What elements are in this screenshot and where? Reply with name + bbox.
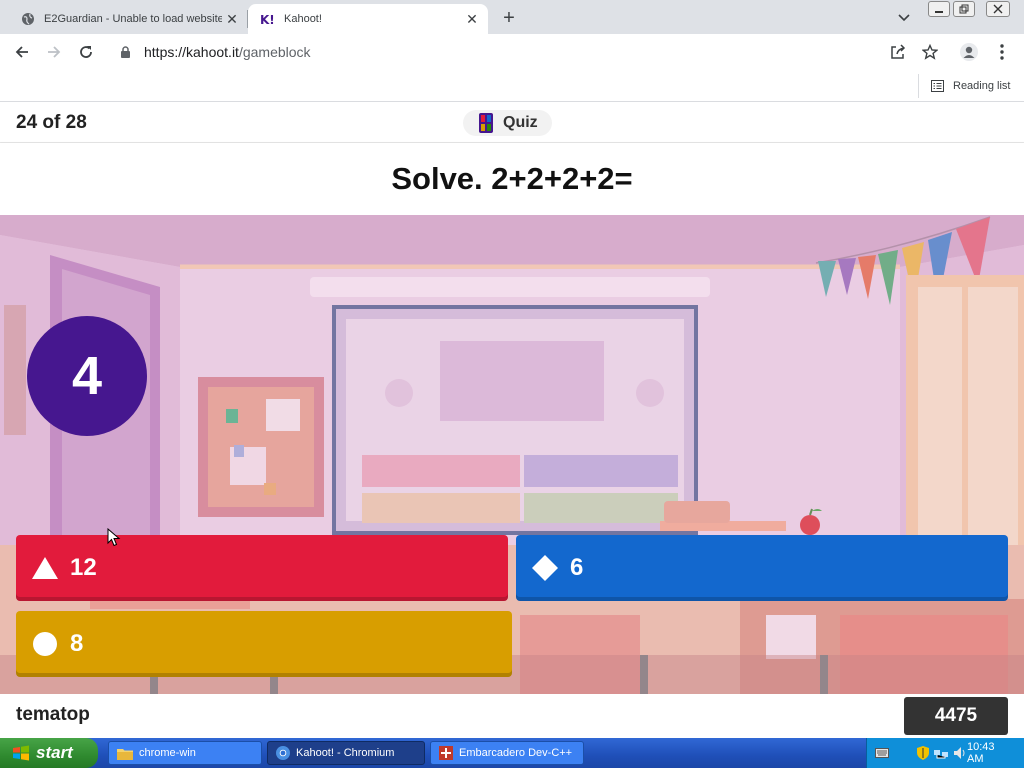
taskbar-clock: 10:43 AM (967, 741, 995, 765)
quiz-mode-label: Quiz (503, 114, 538, 131)
quiz-icon (479, 113, 493, 133)
security-shield-icon[interactable] (917, 746, 929, 760)
close-tab-icon[interactable]: ✕ (462, 9, 482, 29)
player-bar: tematop 4475 (0, 694, 1024, 738)
tab-kahoot[interactable]: K! Kahoot! ✕ (248, 4, 488, 34)
answer-label: 6 (570, 554, 584, 581)
diamond-icon (532, 555, 558, 581)
bookmarks-bar: Reading list (0, 70, 1024, 102)
close-tab-icon[interactable]: ✕ (222, 9, 242, 29)
close-window-button[interactable] (986, 1, 1010, 17)
taskbar-item-devcpp[interactable]: Embarcadero Dev-C++ (430, 741, 584, 765)
taskbar-item-chrome-win[interactable]: chrome-win (108, 741, 262, 765)
triangle-icon (32, 555, 58, 581)
chromium-icon (276, 746, 290, 760)
network-icon[interactable] (933, 746, 949, 760)
tab-search-chevron-icon[interactable] (894, 8, 914, 28)
mouse-cursor-icon (107, 528, 121, 547)
new-tab-button[interactable]: + (496, 6, 522, 30)
countdown-timer: 4 (27, 316, 147, 436)
windows-taskbar: start chrome-win Kahoot! - Chromium Emba… (0, 738, 1024, 768)
globe-icon (20, 11, 36, 27)
folder-icon (117, 747, 133, 760)
bookmark-star-icon[interactable] (919, 41, 941, 63)
quiz-mode-badge: Quiz (463, 110, 552, 136)
answer-label: 12 (70, 554, 97, 581)
taskbar-item-label: Embarcadero Dev-C++ (459, 747, 573, 759)
lock-icon (120, 45, 136, 59)
share-icon[interactable] (887, 41, 909, 63)
keyboard-icon[interactable] (875, 748, 889, 758)
menu-kebab-icon[interactable] (991, 41, 1013, 63)
svg-text:K!: K! (260, 13, 275, 26)
player-score: 4475 (904, 697, 1008, 735)
browser-toolbar: https://kahoot.it/gameblock (0, 34, 1024, 70)
taskbar-item-label: Kahoot! - Chromium (296, 747, 395, 759)
reading-list-button[interactable]: Reading list (918, 74, 1010, 98)
answer-button-triangle[interactable]: 12 (16, 535, 508, 601)
player-nickname: tematop (16, 704, 90, 725)
browser-tab-strip: E2Guardian - Unable to load website ✕ K!… (0, 0, 1024, 34)
start-button[interactable]: start (0, 738, 98, 768)
tab-e2guardian[interactable]: E2Guardian - Unable to load website ✕ (8, 4, 248, 34)
windows-logo-icon (12, 745, 30, 761)
answer-label: 8 (70, 630, 84, 657)
back-arrow-icon[interactable] (10, 40, 34, 64)
system-tray: 10:43 AM (866, 738, 1024, 768)
tab-title: E2Guardian - Unable to load website (44, 13, 222, 25)
taskbar-item-chromium[interactable]: Kahoot! - Chromium (267, 741, 425, 765)
restore-window-button[interactable] (953, 1, 975, 17)
forward-arrow-icon[interactable] (42, 40, 66, 64)
reload-icon[interactable] (74, 40, 98, 64)
question-banner: Solve. 2+2+2+2= (0, 143, 1024, 215)
answer-button-circle[interactable]: 8 (16, 611, 512, 677)
taskbar-item-label: chrome-win (139, 747, 196, 759)
address-bar[interactable]: https://kahoot.it/gameblock (110, 38, 920, 66)
game-header: 24 of 28 Quiz (0, 103, 1024, 143)
answer-button-diamond[interactable]: 6 (516, 535, 1008, 601)
question-counter: 24 of 28 (16, 112, 87, 133)
devcpp-icon (439, 746, 453, 760)
start-label: start (36, 743, 73, 762)
kahoot-icon: K! (260, 11, 276, 27)
question-text: Solve. 2+2+2+2= (391, 161, 633, 196)
url-host: https://kahoot.it (144, 44, 239, 60)
reading-list-label: Reading list (953, 80, 1011, 92)
circle-icon (32, 631, 58, 657)
reading-list-icon (931, 80, 944, 92)
volume-icon[interactable] (953, 746, 967, 760)
profile-avatar-icon[interactable] (958, 41, 980, 63)
minimize-window-button[interactable] (928, 1, 950, 17)
tab-title: Kahoot! (284, 13, 322, 25)
url-path: /gameblock (238, 44, 311, 60)
